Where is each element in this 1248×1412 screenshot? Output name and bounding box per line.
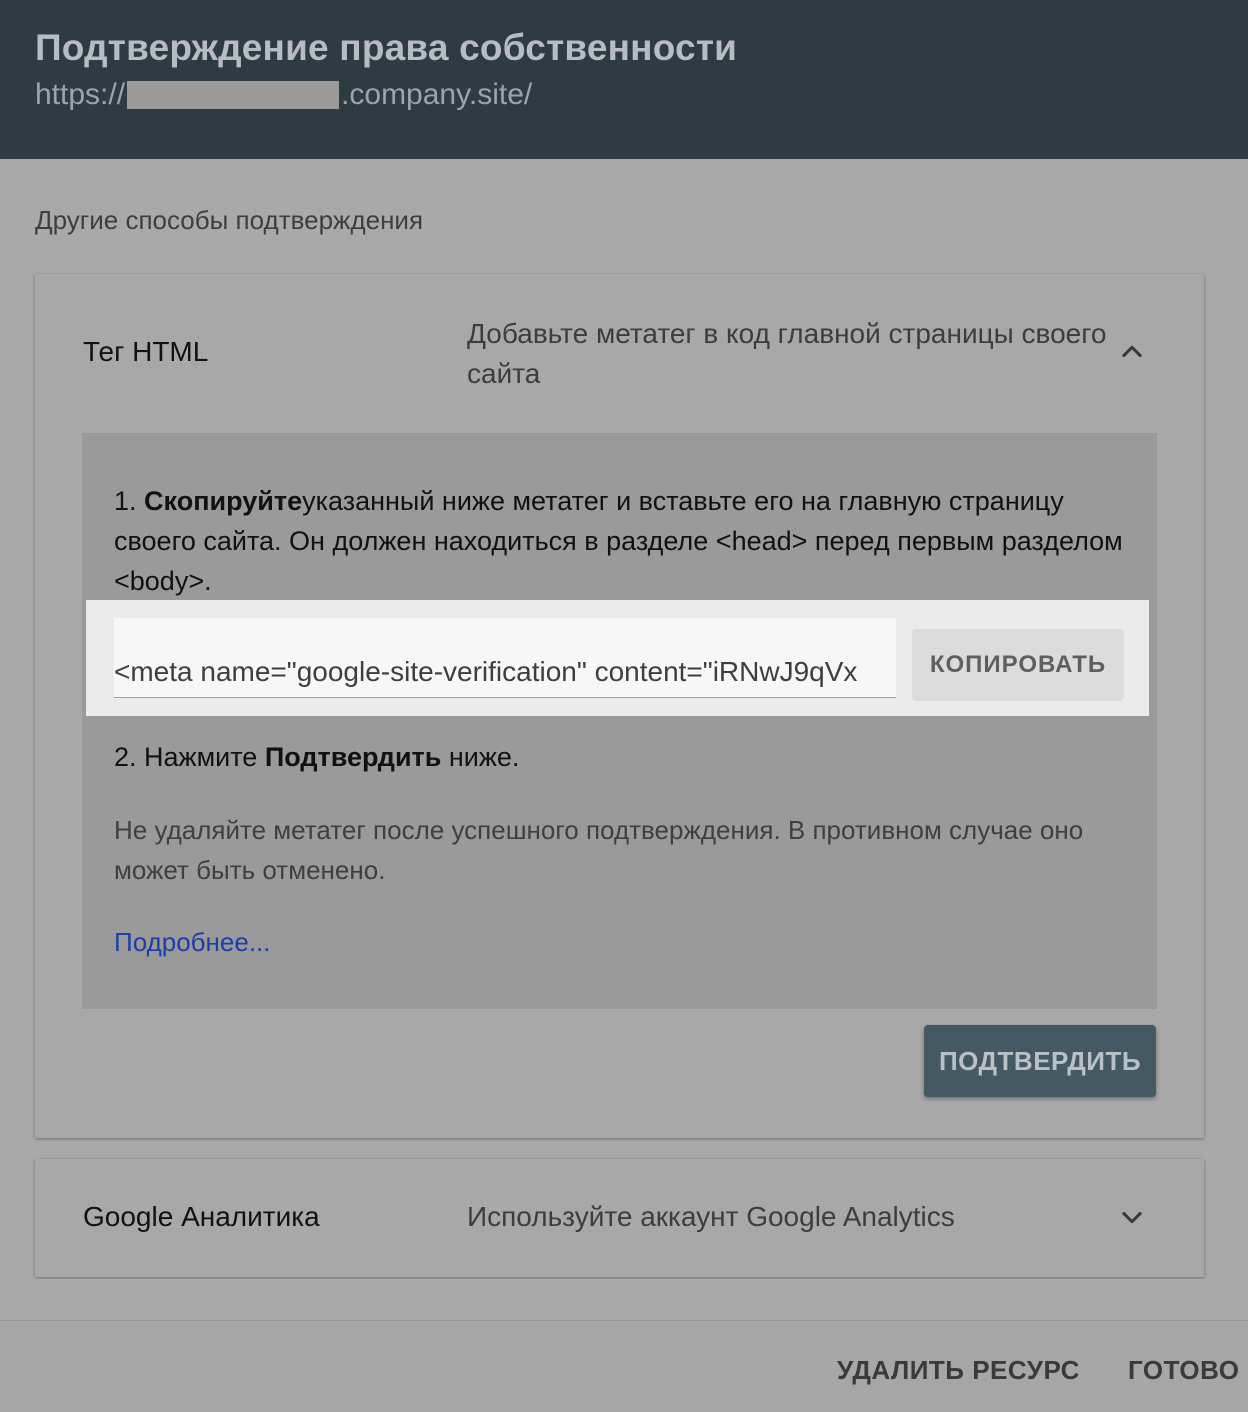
dialog-title: Подтверждение права собственности <box>35 27 738 68</box>
html-tag-method-header[interactable]: Тег HTML Добавьте метатег в код главной … <box>35 274 1204 432</box>
method-description: Используйте аккаунт Google Analytics <box>467 1201 955 1232</box>
step-2-text: 2. Нажмите Подтвердить ниже. <box>114 737 519 777</box>
done-button[interactable]: ГОТОВО <box>1128 1355 1239 1386</box>
method-name: Google Аналитика <box>83 1201 320 1232</box>
redacted-domain <box>127 81 340 109</box>
confirm-button[interactable]: ПОДТВЕРДИТЬ <box>924 1025 1156 1097</box>
delete-property-button[interactable]: УДАЛИТЬ РЕСУРС <box>837 1355 1080 1386</box>
step-2-suffix: ниже. <box>441 742 520 772</box>
property-url: https:// .company.site/ <box>35 75 1213 115</box>
dialog-header: Подтверждение права собственности https:… <box>0 0 1248 159</box>
step-1-text: 1. Скопируйтеуказанный ниже метатег и вс… <box>114 481 1124 601</box>
url-suffix: .company.site/ <box>341 78 533 111</box>
html-tag-method-card: Тег HTML Добавьте метатег в код главной … <box>35 274 1204 1138</box>
chevron-up-icon[interactable] <box>1118 338 1146 366</box>
url-prefix: https:// <box>35 78 126 111</box>
dialog-footer: УДАЛИТЬ РЕСУРС ГОТОВО <box>0 1320 1248 1412</box>
meta-tag-code: <meta name="google-site-verification" co… <box>114 656 858 687</box>
warning-note: Не удаляйте метатег после успешного подт… <box>114 815 1084 885</box>
chevron-down-icon[interactable] <box>1118 1203 1146 1231</box>
step-2-bold: Подтвердить <box>264 742 442 772</box>
copy-button[interactable]: КОПИРОВАТЬ <box>912 629 1124 701</box>
method-name: Тег HTML <box>83 336 209 367</box>
meta-tag-box: <meta name="google-site-verification" co… <box>86 600 1149 716</box>
google-analytics-method-card[interactable]: Google Аналитика Используйте аккаунт Goo… <box>35 1159 1204 1277</box>
other-methods-label: Другие способы подтверждения <box>35 205 424 235</box>
step-1-number: 1. <box>114 486 137 516</box>
meta-tag-field[interactable]: <meta name="google-site-verification" co… <box>114 618 896 698</box>
learn-more-link[interactable]: Подробнее... <box>114 922 271 962</box>
method-description: Добавьте метатег в код главной страницы … <box>467 318 1107 389</box>
step-1-bold: Скопируйте <box>144 486 303 516</box>
method-instructions: 1. Скопируйтеуказанный ниже метатег и вс… <box>82 433 1157 1009</box>
step-2-prefix: 2. Нажмите <box>114 742 265 772</box>
